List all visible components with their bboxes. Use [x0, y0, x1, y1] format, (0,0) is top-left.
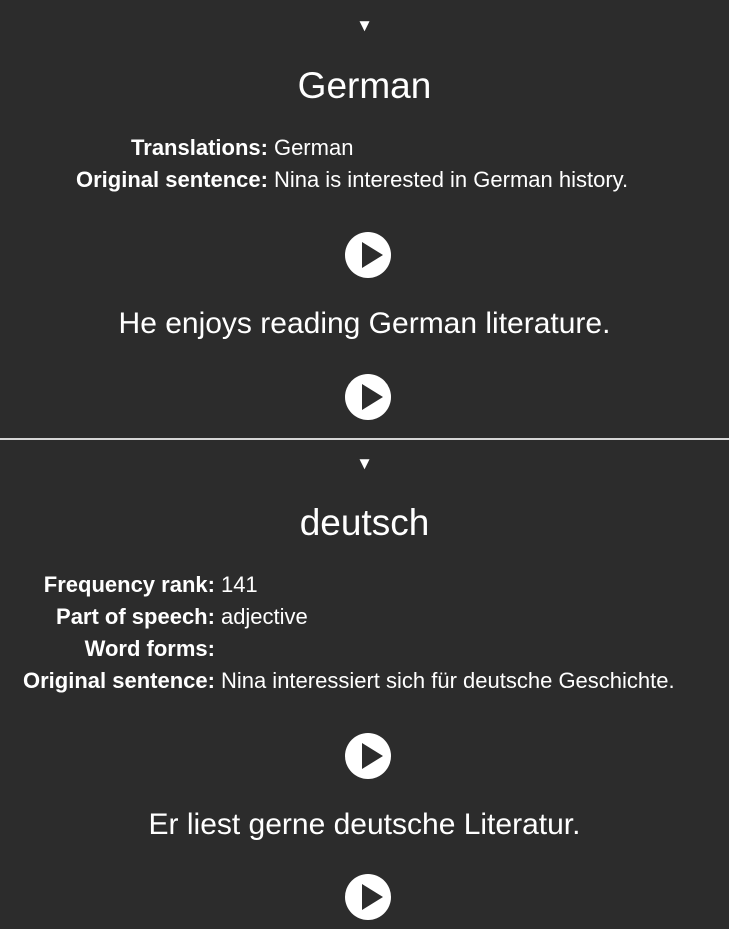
- field-value: 141: [220, 572, 258, 597]
- field-value: German: [273, 135, 354, 160]
- field-label: Frequency rank:: [43, 572, 215, 597]
- field-value: adjective: [220, 604, 308, 629]
- field-label: Part of speech:: [56, 604, 215, 629]
- headword-german: deutsch: [299, 502, 430, 543]
- field-label: Original sentence:: [23, 668, 215, 693]
- play-word-audio-button[interactable]: [345, 733, 391, 779]
- example-sentence-english: He enjoys reading German literature.: [118, 307, 611, 340]
- info-row-part-of-speech: Part of speech: adjective: [23, 601, 675, 633]
- play-icon: [345, 232, 391, 278]
- play-icon: [345, 733, 391, 779]
- field-label: Word forms:: [84, 636, 215, 661]
- play-icon: [345, 374, 391, 420]
- info-row-word-forms: Word forms:: [23, 633, 675, 665]
- info-row-frequency-rank: Frequency rank: 141: [23, 569, 675, 601]
- field-label: Translations:: [131, 135, 268, 160]
- card-front-english: ▼ German Translations: German Original s…: [0, 0, 729, 438]
- field-value: Nina interessiert sich für deutsche Gesc…: [220, 668, 675, 693]
- card-back-german: ▼ deutsch Frequency rank: 141 Part of sp…: [0, 440, 729, 929]
- play-sentence-audio-button[interactable]: [345, 374, 391, 420]
- play-icon: [345, 874, 391, 920]
- headword-english: German: [297, 65, 432, 106]
- play-word-audio-button[interactable]: [345, 232, 391, 278]
- collapse-toggle-icon[interactable]: ▼: [0, 16, 729, 36]
- word-info-table: Frequency rank: 141 Part of speech: adje…: [23, 569, 675, 697]
- field-label: Original sentence:: [76, 167, 268, 192]
- info-row-translations: Translations: German: [76, 132, 628, 164]
- collapse-toggle-icon[interactable]: ▼: [0, 454, 729, 474]
- field-value: Nina is interested in German history.: [273, 167, 629, 192]
- info-row-original-sentence: Original sentence: Nina interessiert sic…: [23, 665, 675, 697]
- word-info-table: Translations: German Original sentence: …: [76, 132, 628, 196]
- example-sentence-german: Er liest gerne deutsche Literatur.: [148, 808, 581, 841]
- info-row-original-sentence: Original sentence: Nina is interested in…: [76, 164, 628, 196]
- field-value: [221, 633, 675, 665]
- play-sentence-audio-button[interactable]: [345, 874, 391, 920]
